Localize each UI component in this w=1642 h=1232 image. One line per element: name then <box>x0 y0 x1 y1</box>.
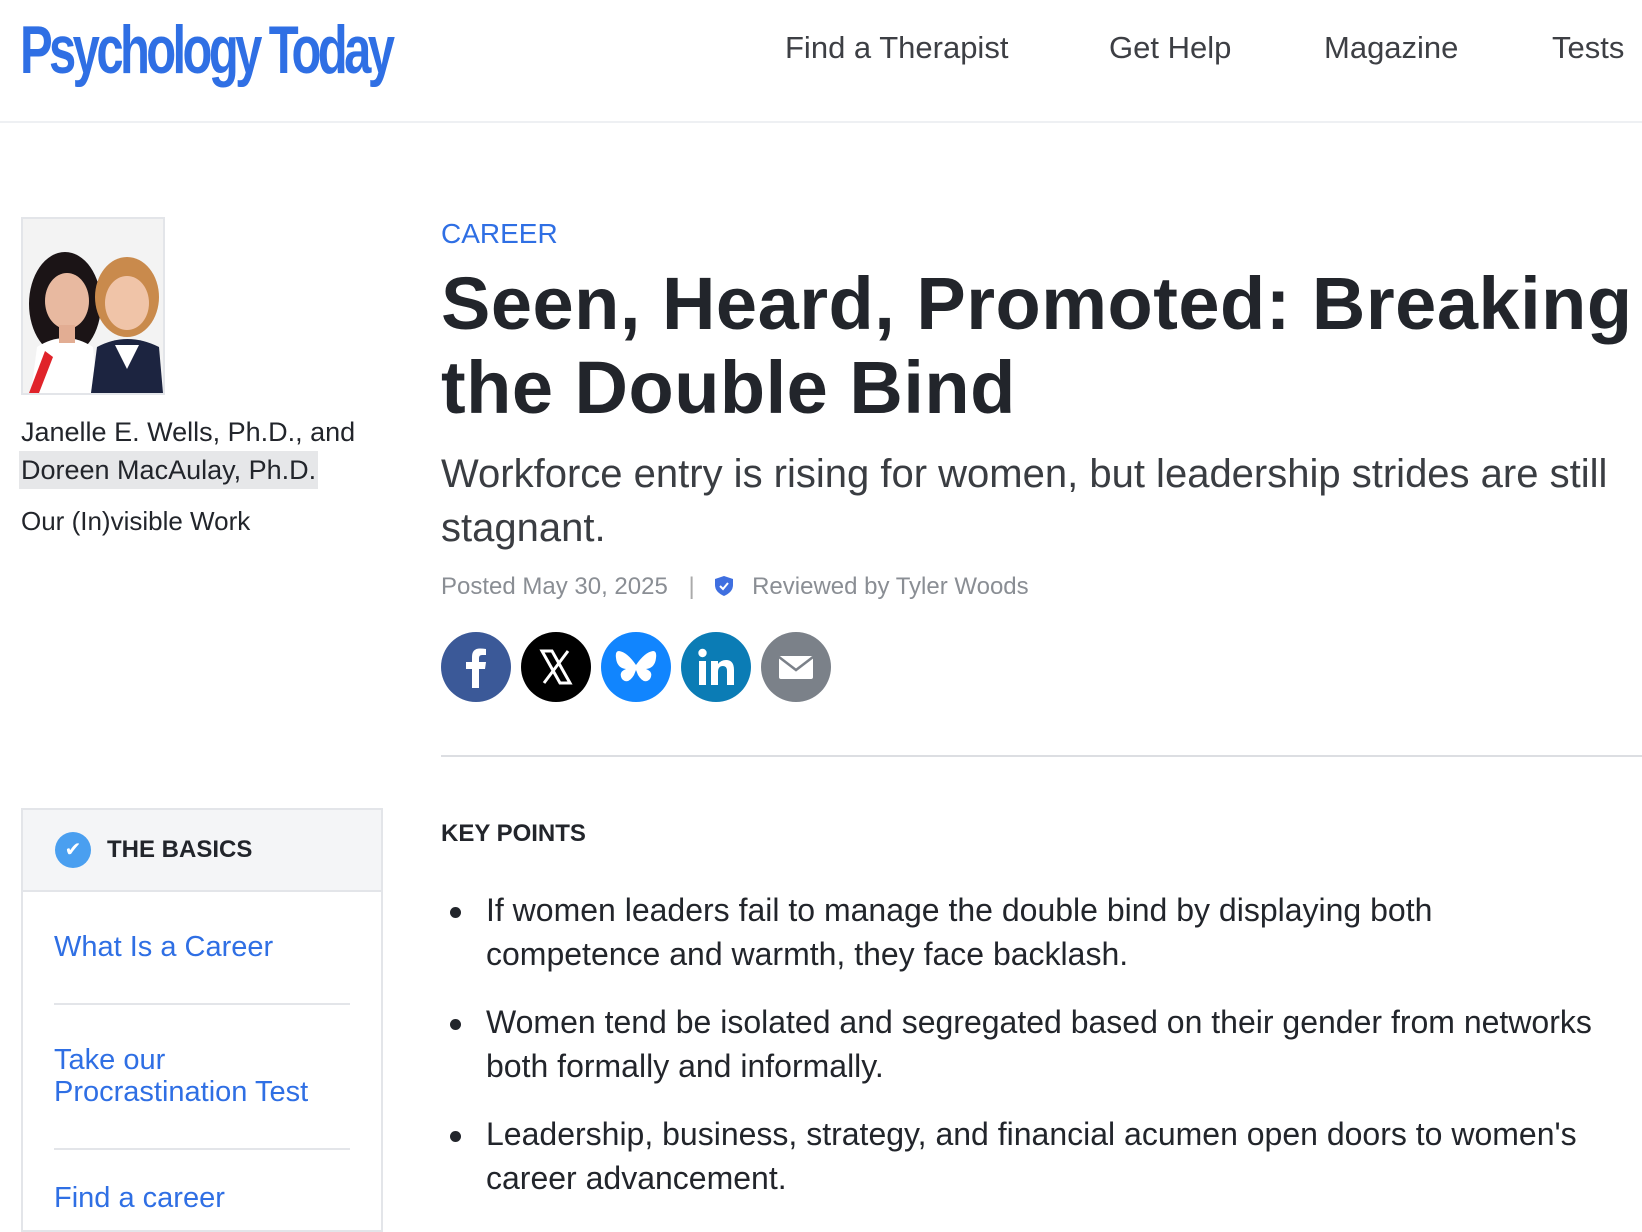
x-icon <box>539 649 573 685</box>
article-title: Seen, Heard, Promoted: Breaking the Doub… <box>441 262 1633 429</box>
article-subtitle: Workforce entry is rising for women, but… <box>441 452 1608 550</box>
the-basics-title: THE BASICS <box>107 836 253 863</box>
nav-find-therapist[interactable]: Find a Therapist <box>785 30 1008 66</box>
key-points-list: If women leaders fail to manage the doub… <box>441 888 1611 1224</box>
site-logo[interactable]: Psychology Today <box>20 12 395 88</box>
author-photo[interactable] <box>21 217 165 395</box>
share-email-button[interactable] <box>761 632 831 702</box>
share-facebook-button[interactable] <box>441 632 511 702</box>
nav-tests[interactable]: Tests <box>1552 30 1624 66</box>
basics-link-what-is-career[interactable]: What Is a Career <box>54 931 273 963</box>
the-basics-header: ✔ THE BASICS <box>23 810 381 892</box>
basics-link-procrastination-test[interactable]: Take our Procrastination Test <box>54 1044 344 1108</box>
author-names: Janelle E. Wells, Ph.D., and Doreen MacA… <box>19 413 401 489</box>
basics-link-find-career[interactable]: Find a career <box>54 1182 225 1214</box>
verified-shield-icon <box>715 576 734 596</box>
key-point-item: Leadership, business, strategy, and fina… <box>441 1112 1611 1200</box>
divider <box>54 1003 350 1005</box>
author-1-link[interactable]: Janelle E. Wells, Ph.D., and <box>21 413 355 451</box>
key-points-title: KEY POINTS <box>441 820 586 847</box>
section-divider <box>441 755 1642 757</box>
site-header: Psychology Today Find a Therapist Get He… <box>0 0 1642 123</box>
nav-get-help[interactable]: Get Help <box>1109 30 1231 66</box>
facebook-icon <box>466 648 486 688</box>
share-bluesky-button[interactable] <box>601 632 671 702</box>
linkedin-icon <box>698 648 734 685</box>
posted-date: Posted May 30, 2025 <box>441 573 668 600</box>
nav-magazine[interactable]: Magazine <box>1324 30 1458 66</box>
author-photo-image <box>23 219 163 393</box>
author-2-link[interactable]: Doreen MacAulay, Ph.D. <box>19 451 319 489</box>
email-icon <box>778 656 814 679</box>
reviewed-by[interactable]: Reviewed by Tyler Woods <box>752 573 1029 600</box>
blog-name-link[interactable]: Our (In)visible Work <box>21 506 250 537</box>
key-point-item: Women tend be isolated and segregated ba… <box>441 1000 1611 1088</box>
the-basics-box: ✔ THE BASICS What Is a Career Take our P… <box>21 808 383 1232</box>
meta-separator: | <box>688 573 695 600</box>
checkmark-icon: ✔ <box>55 832 91 868</box>
divider <box>54 1148 350 1150</box>
key-point-item: If women leaders fail to manage the doub… <box>441 888 1611 976</box>
article-meta: Posted May 30, 2025 | Reviewed by Tyler … <box>441 573 1029 601</box>
share-x-button[interactable] <box>521 632 591 702</box>
share-linkedin-button[interactable] <box>681 632 751 702</box>
category-link[interactable]: CAREER <box>441 218 558 250</box>
bluesky-icon <box>615 651 657 682</box>
